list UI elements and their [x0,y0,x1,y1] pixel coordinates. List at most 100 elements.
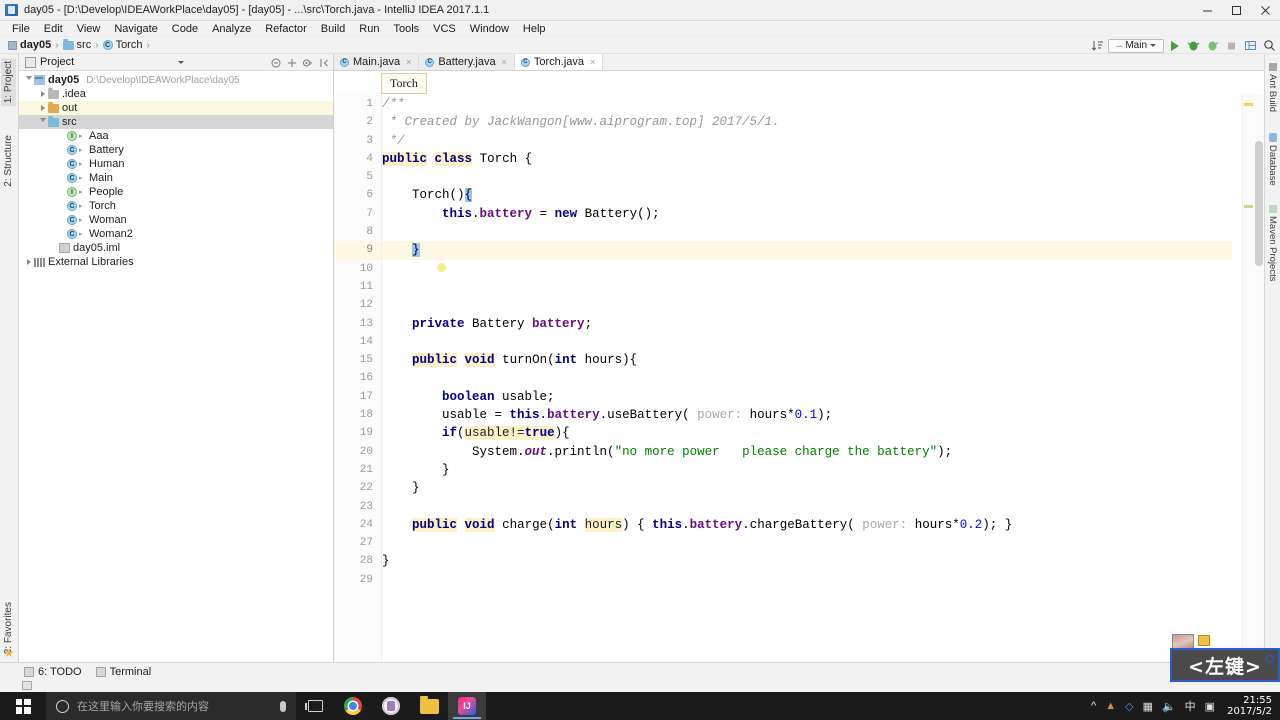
sort-toggle-icon[interactable] [1089,38,1106,54]
menu-file[interactable]: File [5,21,37,37]
tree-item-iml[interactable]: day05.iml [19,241,333,255]
task-view-button[interactable] [296,692,334,720]
chevron-down-icon[interactable] [178,60,185,64]
close-icon[interactable]: × [590,57,595,67]
taskbar-app-other[interactable] [372,692,410,720]
taskbar-clock[interactable]: 21:55 2017/5/2 [1224,695,1272,717]
tree-item-aaa[interactable]: I ▸ Aaa [19,129,333,143]
menu-run[interactable]: Run [352,21,386,37]
bottom-item-todo[interactable]: 6: TODO [24,666,82,678]
sidebar-item-favorites[interactable]: 2: Favorites [1,599,16,657]
status-indicator-icon[interactable] [22,681,32,690]
tree-item-woman2[interactable]: C ▸ Woman2 [19,227,333,241]
sidebar-item-maven-projects[interactable]: Maven Projects [1266,202,1279,284]
tree-item-label: Human [89,158,125,170]
tree-item-external-libraries[interactable]: External Libraries [19,255,333,269]
chevron-right-icon[interactable] [23,258,34,267]
tree-item-people[interactable]: I ▸ People [19,185,333,199]
start-button[interactable] [0,692,46,720]
right-tool-window-bar: Ant Build Database Maven Projects [1264,54,1280,662]
tree-item-battery[interactable]: C ▸ Battery [19,143,333,157]
tray-action-center-icon[interactable]: ▣ [1205,700,1215,713]
chevron-right-icon[interactable] [37,104,48,113]
menu-window[interactable]: Window [463,21,516,37]
editor-gutter[interactable]: 1 2 3 4 5 6 7 8 9 10 11 12 13 14 15 16 1… [334,95,382,662]
code-editor[interactable]: 1 2 3 4 5 6 7 8 9 10 11 12 13 14 15 16 1… [334,95,1264,662]
tree-item-torch[interactable]: C ▸ Torch [19,199,333,213]
class-expand-arrow-icon: ▸ [79,231,83,238]
tree-item-day05[interactable]: day05 D:\Develop\IDEAWorkPlace\day05 [19,73,333,87]
menu-tools[interactable]: Tools [386,21,426,37]
line-number: 2 [366,116,373,129]
warning-marker[interactable] [1244,103,1253,106]
taskbar-app-chrome[interactable] [334,692,372,720]
tree-item-label: .idea [62,88,86,100]
menu-code[interactable]: Code [165,21,205,37]
chevron-down-icon[interactable] [23,75,34,85]
tray-expand-icon[interactable]: ^ [1091,700,1096,712]
tab-main-java[interactable]: C Main.java × [334,54,420,70]
microphone-icon[interactable] [280,700,286,712]
run-with-coverage-button[interactable] [1204,38,1221,54]
taskbar-search-box[interactable]: 在这里输入你要搜索的内容 [46,692,296,720]
menu-navigate[interactable]: Navigate [107,21,164,37]
tray-volume-icon[interactable]: 🔈 [1162,700,1176,713]
collapse-all-icon[interactable] [270,57,281,68]
tree-item-src[interactable]: src [19,115,333,129]
bottom-item-terminal[interactable]: Terminal [95,666,151,678]
maximize-button[interactable] [1222,0,1251,21]
close-icon[interactable]: × [502,57,507,67]
stop-button[interactable] [1223,38,1240,54]
chevron-down-icon[interactable] [37,117,48,127]
menu-view[interactable]: View [70,21,108,37]
tray-ime-icon[interactable]: 中 [1185,698,1196,714]
breadcrumb-item-src[interactable]: src [61,38,94,51]
windows-taskbar: 在这里输入你要搜索的内容 IJ ^ ▲ ◇ ▦ 🔈 中 ▣ 21:55 2017… [0,692,1280,720]
scroll-to-source-icon[interactable] [286,57,297,68]
sidebar-item-ant-build[interactable]: Ant Build [1266,60,1279,115]
sidebar-item-structure[interactable]: 2: Structure [1,132,16,190]
run-configuration-selector[interactable]: ─ Main [1108,38,1164,53]
scrollbar-thumb[interactable] [1255,141,1263,266]
code-content[interactable]: /** * Created by JackWangon[www.aiprogra… [382,95,1232,662]
breadcrumb-separator: › [146,39,150,51]
sidebar-item-database[interactable]: Database [1266,130,1279,189]
breadcrumb-item-module[interactable]: day05 [6,39,53,51]
minimize-button[interactable] [1193,0,1222,21]
tree-item-woman[interactable]: C ▸ Woman [19,213,333,227]
settings-gear-icon[interactable] [302,57,313,68]
change-marker[interactable] [1244,205,1253,208]
menu-analyze[interactable]: Analyze [205,21,258,37]
menu-refactor[interactable]: Refactor [258,21,314,37]
menu-help[interactable]: Help [516,21,553,37]
breadcrumb-item-class[interactable]: C Torch [101,39,145,51]
debug-button[interactable] [1185,38,1202,54]
tray-mail-icon[interactable]: ◇ [1125,700,1133,713]
close-button[interactable] [1251,0,1280,21]
hide-panel-icon[interactable] [318,57,329,68]
editor-vertical-scrollbar[interactable] [1254,95,1264,662]
menu-edit[interactable]: Edit [37,21,70,37]
search-everywhere-icon[interactable] [1261,38,1278,54]
tree-item-human[interactable]: C ▸ Human [19,157,333,171]
taskbar-app-explorer[interactable] [410,692,448,720]
sidebar-item-project[interactable]: 1: Project [1,58,16,107]
tab-battery-java[interactable]: C Battery.java × [419,54,515,70]
editor-marker-gutter[interactable] [1242,95,1254,662]
tab-torch-java[interactable]: C Torch.java × [514,54,604,70]
taskbar-app-intellij[interactable]: IJ [448,692,486,720]
code-line-18: usable = this.battery.useBattery( power:… [382,408,833,423]
menu-vcs[interactable]: VCS [426,21,463,37]
tree-item-out[interactable]: out [19,101,333,115]
close-icon[interactable]: × [406,57,411,67]
tree-item-main[interactable]: C ▸ Main [19,171,333,185]
chevron-right-icon[interactable] [37,90,48,99]
tray-network-icon[interactable]: ▦ [1143,700,1153,713]
breadcrumb-class-chip[interactable]: Torch [381,72,427,94]
project-structure-button[interactable] [1242,38,1259,54]
class-icon: C [520,57,530,67]
tray-app-icon[interactable]: ▲ [1105,700,1116,712]
tree-item-idea[interactable]: .idea [19,87,333,101]
run-button[interactable] [1166,38,1183,54]
menu-build[interactable]: Build [314,21,352,37]
